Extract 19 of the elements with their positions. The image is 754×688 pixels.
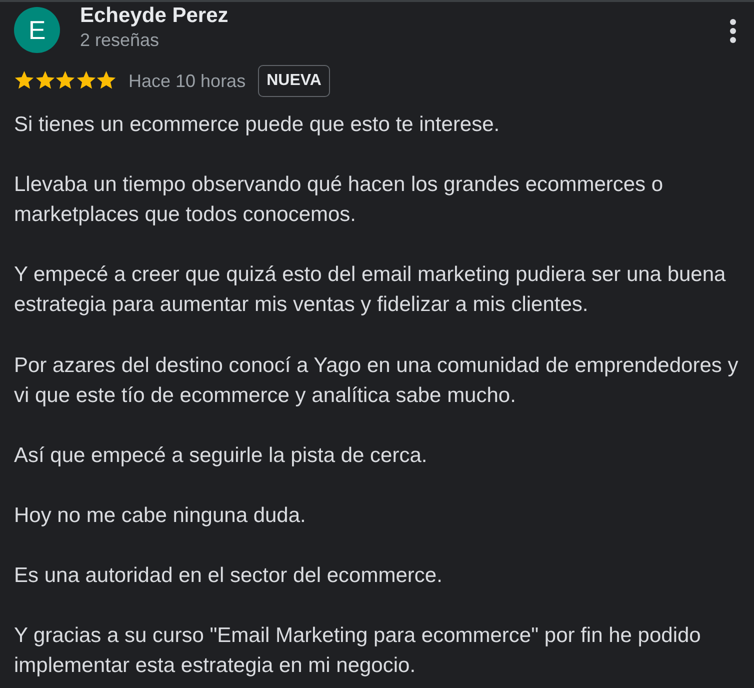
review-paragraph: Y empecé a creer que quizá esto del email marketing pudiera ser una buena estrategia para aumentar mis ventas y fidelizar a mis clientes. (14, 262, 727, 318)
reviewer-name[interactable]: Echeyde Perez (80, 4, 228, 28)
new-badge: NUEVA (258, 65, 330, 97)
review-count: 2 reseñas (80, 29, 160, 52)
review-paragraph: Así que empecé a seguirle la pista de cerca. (14, 442, 428, 469)
review-paragraph: Hoy no me cabe ninguna duda. (14, 502, 307, 529)
avatar-circle[interactable]: E (14, 7, 60, 53)
review-paragraph: Por azares del destino conocí a Yago en una comunidad de emprendedores y vi que este tío de ecommerce y analítica sabe mucho. (14, 352, 740, 409)
review-paragraph: Es una autoridad en el sector del ecommerce. (14, 563, 444, 590)
star-icon (55, 71, 76, 91)
review-time: Hace 10 horas (128, 70, 246, 92)
star-icon (76, 71, 96, 91)
more-options-icon[interactable] (730, 19, 736, 43)
review-paragraph: Y gracias a su curso "Email Marketing para ecommerce" por fin he podido implementar esta estrategia en mi negocio. (14, 623, 702, 680)
star-icon (14, 71, 34, 91)
review-paragraph: Llevaba un tiempo observando qué hacen los grandes ecommerces o marketplaces que todos conocemos. (14, 172, 664, 228)
star-icon (34, 71, 55, 91)
star-icon (96, 71, 116, 91)
review-paragraph: Si tienes un ecommerce puede que esto te interese. (14, 112, 501, 138)
